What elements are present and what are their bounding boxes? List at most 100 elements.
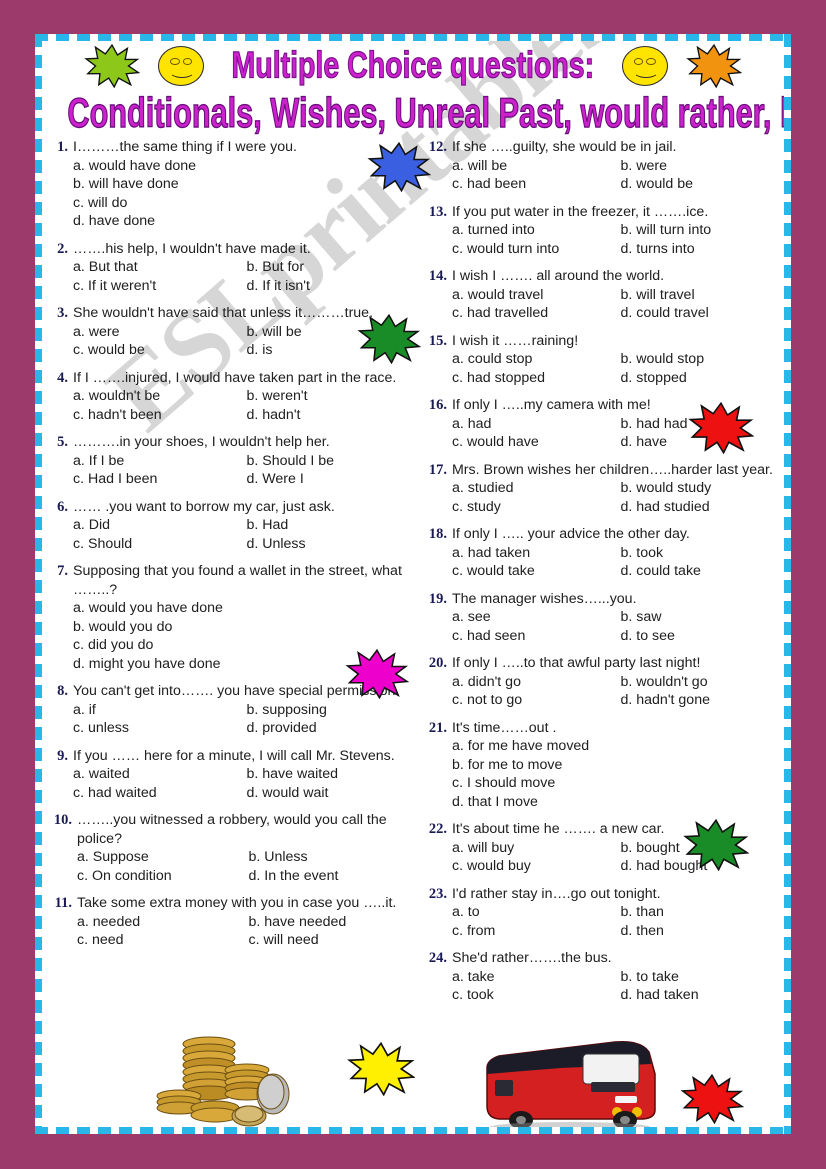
option-choice[interactable]: a. could stop bbox=[452, 350, 615, 369]
option-choice[interactable]: c. would buy bbox=[452, 857, 615, 876]
coins-image bbox=[153, 1034, 313, 1130]
smiley-face-left-icon bbox=[158, 46, 205, 86]
option-choice[interactable]: b. than bbox=[614, 903, 777, 922]
option-choice[interactable]: a. If I be bbox=[73, 452, 240, 471]
option-choice[interactable]: b. have needed bbox=[242, 913, 407, 932]
option-choice[interactable]: a. had bbox=[452, 415, 615, 434]
option-choice[interactable]: c. Should bbox=[73, 535, 240, 554]
option-choice[interactable]: b. wouldn't go bbox=[614, 673, 777, 692]
option-choice[interactable]: b. will turn into bbox=[614, 221, 777, 240]
option-choice[interactable]: d. to see bbox=[614, 627, 777, 646]
option-choice[interactable]: b. saw bbox=[614, 608, 777, 627]
option-choice[interactable]: d. then bbox=[614, 922, 777, 941]
option-choice[interactable]: a. for me have moved bbox=[452, 737, 777, 756]
option-choice[interactable]: d. Were I bbox=[240, 470, 407, 489]
option-choice[interactable]: d. had studied bbox=[614, 498, 777, 517]
option-choice[interactable]: a. would you have done bbox=[73, 599, 408, 618]
option-choice[interactable]: c. would take bbox=[452, 562, 615, 581]
option-choice[interactable]: c. If it weren't bbox=[73, 277, 240, 296]
option-choice[interactable]: d. hadn't gone bbox=[614, 691, 777, 710]
option-choice[interactable]: c. had travelled bbox=[452, 304, 615, 323]
option-choice[interactable]: a. But that bbox=[73, 258, 240, 277]
option-choice[interactable]: c. hadn't been bbox=[73, 406, 240, 425]
option-choice[interactable]: a. were bbox=[73, 323, 240, 342]
option-choice[interactable]: c. study bbox=[452, 498, 615, 517]
option-choice[interactable]: d. have done bbox=[73, 212, 408, 231]
option-choice[interactable]: d. is bbox=[240, 341, 407, 360]
option-choice[interactable]: c. I should move bbox=[452, 774, 777, 793]
option-choice[interactable]: a. will be bbox=[452, 157, 615, 176]
option-choice[interactable]: c. unless bbox=[73, 719, 240, 738]
option-choice[interactable]: c. will do bbox=[73, 194, 408, 213]
option-choice[interactable]: d. hadn't bbox=[240, 406, 407, 425]
option-choice[interactable]: b. bought bbox=[614, 839, 777, 858]
option-choice[interactable]: a. had taken bbox=[452, 544, 615, 563]
option-choice[interactable]: b. will travel bbox=[614, 286, 777, 305]
option-choice[interactable]: d. Unless bbox=[240, 535, 407, 554]
option-choice[interactable]: a. take bbox=[452, 968, 615, 987]
option-choice[interactable]: d. would be bbox=[614, 175, 777, 194]
option-choice[interactable]: a. would travel bbox=[452, 286, 615, 305]
option-choice[interactable]: c. would be bbox=[73, 341, 240, 360]
option-choice[interactable]: c. had seen bbox=[452, 627, 615, 646]
option-choice[interactable]: a. wouldn't be bbox=[73, 387, 240, 406]
option-choice[interactable]: b. Had bbox=[240, 516, 407, 535]
option-choice[interactable]: c. not to go bbox=[452, 691, 615, 710]
option-choice[interactable]: d. had bought bbox=[614, 857, 777, 876]
option-choice[interactable]: b. for me to move bbox=[452, 756, 777, 775]
option-choice[interactable]: c. need bbox=[77, 931, 242, 950]
option-choice[interactable]: c. had waited bbox=[73, 784, 240, 803]
option-choice[interactable]: b. were bbox=[614, 157, 777, 176]
option-choice[interactable]: c. from bbox=[452, 922, 615, 941]
option-choice[interactable]: c. did you do bbox=[73, 636, 408, 655]
question-body: It's about time he ……. a new car. a. will… bbox=[452, 820, 777, 876]
option-choice[interactable]: d. stopped bbox=[614, 369, 777, 388]
option-choice[interactable]: b. would stop bbox=[614, 350, 777, 369]
option-choice[interactable]: a. waited bbox=[73, 765, 240, 784]
option-choice[interactable]: b. weren't bbox=[240, 387, 407, 406]
option-choice[interactable]: a. studied bbox=[452, 479, 615, 498]
option-choice[interactable]: d. would wait bbox=[240, 784, 407, 803]
option-choice[interactable]: b. to take bbox=[614, 968, 777, 987]
option-choice[interactable]: d. might you have done bbox=[73, 655, 408, 674]
option-choice[interactable]: b. will have done bbox=[73, 175, 408, 194]
option-choice[interactable]: c. will need bbox=[242, 931, 407, 950]
option-choice[interactable]: d. had taken bbox=[614, 986, 777, 1005]
question-number: 14. bbox=[428, 268, 447, 284]
option-choice[interactable]: c. On condition bbox=[77, 867, 242, 886]
option-choice[interactable]: b. Unless bbox=[242, 848, 407, 867]
option-choice[interactable]: a. needed bbox=[77, 913, 242, 932]
option-choice[interactable]: d. could travel bbox=[614, 304, 777, 323]
option-choice[interactable]: a. would have done bbox=[73, 157, 408, 176]
option-choice[interactable]: d. turns into bbox=[614, 240, 777, 259]
option-choice[interactable]: a. if bbox=[73, 701, 240, 720]
option-choice[interactable]: b. would you do bbox=[73, 618, 408, 637]
option-choice[interactable]: c. had stopped bbox=[452, 369, 615, 388]
option-choice[interactable]: a. will buy bbox=[452, 839, 615, 858]
option-choice[interactable]: a. see bbox=[452, 608, 615, 627]
option-choice[interactable]: d. provided bbox=[240, 719, 407, 738]
option-choice[interactable]: b. will be bbox=[240, 323, 407, 342]
option-choice[interactable]: b. took bbox=[614, 544, 777, 563]
option-choice[interactable]: a. Suppose bbox=[77, 848, 242, 867]
option-choice[interactable]: b. had had bbox=[614, 415, 777, 434]
option-choice[interactable]: d. have bbox=[614, 433, 777, 452]
option-choice[interactable]: c. had been bbox=[452, 175, 615, 194]
option-choice[interactable]: d. In the event bbox=[242, 867, 407, 886]
option-choice[interactable]: c. would have bbox=[452, 433, 615, 452]
option-choice[interactable]: d. that I move bbox=[452, 793, 777, 812]
option-choice[interactable]: d. could take bbox=[614, 562, 777, 581]
option-choice[interactable]: b. But for bbox=[240, 258, 407, 277]
option-choice[interactable]: b. Should I be bbox=[240, 452, 407, 471]
option-choice[interactable]: c. Had I been bbox=[73, 470, 240, 489]
option-choice[interactable]: c. took bbox=[452, 986, 615, 1005]
option-choice[interactable]: d. If it isn't bbox=[240, 277, 407, 296]
option-choice[interactable]: b. have waited bbox=[240, 765, 407, 784]
option-choice[interactable]: a. didn't go bbox=[452, 673, 615, 692]
option-choice[interactable]: c. would turn into bbox=[452, 240, 615, 259]
option-choice[interactable]: b. would study bbox=[614, 479, 777, 498]
option-choice[interactable]: b. supposing bbox=[240, 701, 407, 720]
option-choice[interactable]: a. to bbox=[452, 903, 615, 922]
option-choice[interactable]: a. Did bbox=[73, 516, 240, 535]
option-choice[interactable]: a. turned into bbox=[452, 221, 615, 240]
